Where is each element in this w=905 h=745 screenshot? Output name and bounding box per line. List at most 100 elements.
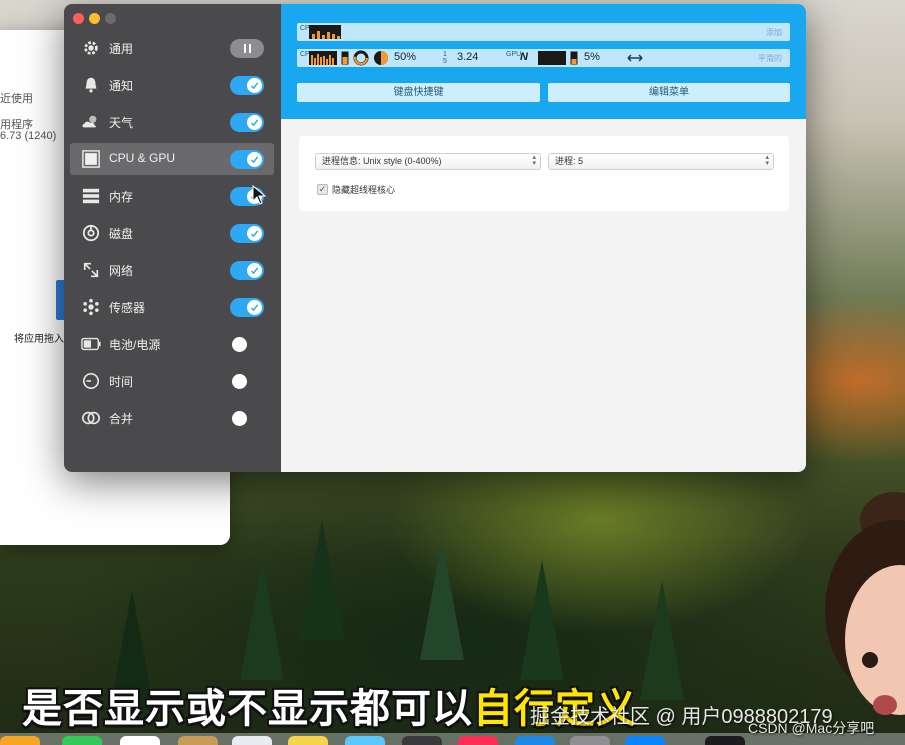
- sidebar-item-label: 网络: [109, 264, 134, 278]
- wallpaper-tree: [520, 560, 564, 680]
- sidebar-item-time[interactable]: 时间: [70, 365, 274, 397]
- cpu-percent-label: 50%: [394, 51, 417, 63]
- dock-music-icon[interactable]: [458, 736, 498, 745]
- finder-row: 近使用: [0, 93, 33, 105]
- sidebar-item-label: CPU & GPU: [109, 151, 176, 165]
- keyboard-shortcuts-button[interactable]: 键盘快捷键: [297, 83, 540, 102]
- memoji-avatar: [825, 492, 905, 715]
- process-count-select-value: 进程: 5: [555, 156, 584, 166]
- menubar-preview-strip-top[interactable]: CPU 添加: [297, 23, 790, 41]
- gpu-percent-label: 5%: [584, 51, 600, 63]
- dock-notes-icon[interactable]: [178, 736, 218, 745]
- clock-icon: [80, 371, 102, 391]
- sidebar-item-network[interactable]: 网络: [70, 254, 274, 286]
- cpu-meter-icon: [341, 51, 349, 65]
- sidebar-item-label: 通知: [109, 79, 134, 93]
- weather-toggle[interactable]: [230, 113, 264, 132]
- network-icon: [80, 260, 102, 280]
- sidebar-item-disk[interactable]: 磁盘: [70, 217, 274, 249]
- load-average-value: 3.24: [457, 51, 479, 63]
- merge-icon: [80, 408, 102, 428]
- select-arrows-icon: ▴ ▾: [765, 154, 769, 167]
- wallpaper-tree: [240, 560, 284, 680]
- dock-stickies-icon[interactable]: [288, 736, 328, 745]
- wallpaper-tree: [640, 580, 684, 700]
- check-icon: [247, 152, 262, 167]
- pause-icon: [244, 44, 251, 53]
- dock-appstore-icon[interactable]: [515, 736, 555, 745]
- weather-icon: [80, 112, 102, 132]
- sidebar-item-cpu-gpu[interactable]: CPU & GPU: [70, 143, 274, 175]
- edit-menu-button[interactable]: 编辑菜单: [548, 83, 790, 102]
- process-count-select[interactable]: 进程: 5 ▴ ▾: [548, 153, 774, 170]
- sidebar-item-label: 天气: [109, 116, 134, 130]
- mouse-cursor-icon: [252, 185, 266, 205]
- toggle-knob: [232, 374, 247, 389]
- pause-toggle[interactable]: [230, 39, 264, 58]
- dock-app-icon[interactable]: [345, 736, 385, 745]
- sidebar-item-weather[interactable]: 天气: [70, 106, 274, 138]
- sidebar: 通用 通知 天气 CPU & GPU 内存 磁盘 网络 传感器 电池/电源 时间…: [64, 4, 281, 472]
- dock-messages-icon[interactable]: [62, 736, 102, 745]
- cpu-icon: [80, 149, 102, 169]
- sidebar-item-label: 时间: [109, 375, 134, 389]
- zoom-button[interactable]: [105, 13, 116, 24]
- sidebar-item-label: 电池/电源: [109, 338, 161, 352]
- dock-contacts-icon[interactable]: [232, 736, 272, 745]
- minimize-button[interactable]: [89, 13, 100, 24]
- network-toggle[interactable]: [230, 261, 264, 280]
- sidebar-item-label: 内存: [109, 190, 134, 204]
- cpu-vertical-label: CPU: [300, 51, 315, 58]
- load-average-vertical-label: 1 5: [443, 51, 447, 65]
- cpu-vertical-label: CPU: [300, 25, 315, 32]
- preferences-window[interactable]: 通用 通知 天气 CPU & GPU 内存 磁盘 网络 传感器 电池/电源 时间…: [64, 4, 806, 472]
- add-label[interactable]: 添加: [766, 27, 782, 38]
- process-info-select[interactable]: 进程信息: Unix style (0-400%) ▴ ▾: [315, 153, 541, 170]
- notifications-toggle[interactable]: [230, 76, 264, 95]
- battery-toggle[interactable]: [230, 335, 264, 354]
- menubar-preview-header: CPU 添加 CPU 50% 1 5 3.24 GPU N 5% 平滑的 键盘快…: [281, 4, 806, 119]
- disk-icon: [80, 223, 102, 243]
- sidebar-item-sensors[interactable]: 传感器: [70, 291, 274, 323]
- wallpaper-tree: [420, 540, 464, 660]
- sidebar-item-general[interactable]: 通用: [70, 32, 274, 64]
- sidebar-item-notifications[interactable]: 通知: [70, 69, 274, 101]
- sidebar-item-memory[interactable]: 内存: [70, 180, 274, 212]
- cpu-bars-icon: [309, 51, 337, 65]
- dock-app-icon[interactable]: [625, 736, 665, 745]
- hide-hyperthreading-option[interactable]: ✓ 隐藏超线程核心: [317, 183, 395, 196]
- smooth-label[interactable]: 平滑的: [758, 53, 782, 64]
- hide-hyperthreading-label: 隐藏超线程核心: [332, 185, 396, 195]
- dock-calendar-icon[interactable]: [120, 736, 160, 745]
- finder-row: 6.73 (1240): [0, 130, 57, 142]
- gpu-vertical-label: GPU: [506, 51, 522, 58]
- disk-toggle[interactable]: [230, 224, 264, 243]
- sidebar-item-label: 通用: [109, 42, 134, 56]
- close-button[interactable]: [73, 13, 84, 24]
- battery-icon: [80, 334, 102, 354]
- sensors-toggle[interactable]: [230, 298, 264, 317]
- wallpaper-tree: [300, 520, 344, 640]
- content-panel: CPU 添加 CPU 50% 1 5 3.24 GPU N 5% 平滑的 键盘快…: [281, 4, 806, 472]
- combined-toggle[interactable]: [230, 409, 264, 428]
- drag-install-label: 将应用拖入: [14, 334, 64, 345]
- sensor-icon: [80, 297, 102, 317]
- process-info-select-value: 进程信息: Unix style (0-400%): [322, 156, 442, 166]
- dock-settings-icon[interactable]: [570, 736, 610, 745]
- expand-arrows-icon[interactable]: [627, 53, 643, 63]
- sidebar-item-combined[interactable]: 合并: [70, 402, 274, 434]
- sidebar-item-label: 合并: [109, 412, 134, 426]
- time-toggle[interactable]: [230, 372, 264, 391]
- dock-photos-icon[interactable]: [0, 736, 40, 745]
- cpu-gpu-toggle[interactable]: [230, 150, 264, 169]
- check-icon: [247, 115, 262, 130]
- select-arrows-icon: ▴ ▾: [532, 154, 536, 167]
- settings-card: 进程信息: Unix style (0-400%) ▴ ▾ 进程: 5 ▴ ▾ ✓ …: [299, 136, 789, 211]
- hide-hyperthreading-checkbox[interactable]: ✓: [317, 184, 328, 195]
- menubar-preview-strip-items[interactable]: CPU 50% 1 5 3.24 GPU N 5% 平滑的: [297, 49, 790, 67]
- check-icon: [247, 226, 262, 241]
- dock-app-icon[interactable]: [402, 736, 442, 745]
- check-icon: [247, 263, 262, 278]
- dock-terminal-icon[interactable]: [705, 736, 745, 745]
- sidebar-item-battery[interactable]: 电池/电源: [70, 328, 274, 360]
